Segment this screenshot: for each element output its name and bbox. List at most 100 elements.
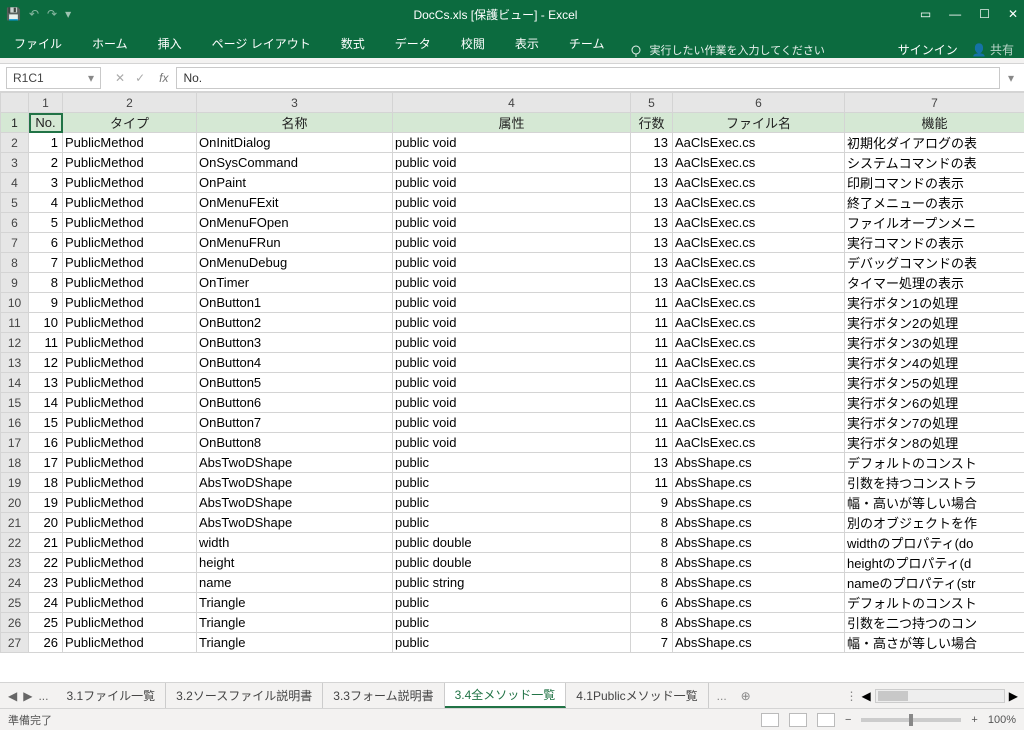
zoom-in-icon[interactable]: +: [971, 714, 977, 726]
formula-expand-icon[interactable]: ▾: [1008, 71, 1024, 85]
sheet-next-icon[interactable]: ▶: [23, 689, 32, 703]
table-header-cell[interactable]: 機能: [845, 113, 1024, 133]
cell[interactable]: 18: [29, 473, 63, 493]
cell[interactable]: PublicMethod: [63, 613, 197, 633]
cell[interactable]: public void: [393, 353, 631, 373]
cell[interactable]: PublicMethod: [63, 413, 197, 433]
view-pagelayout-icon[interactable]: [789, 713, 807, 727]
cell[interactable]: AbsShape.cs: [673, 453, 845, 473]
cell[interactable]: OnMenuFRun: [197, 233, 393, 253]
cell[interactable]: 初期化ダイアログの表: [845, 133, 1024, 153]
name-box[interactable]: R1C1 ▾: [6, 67, 101, 89]
cell[interactable]: height: [197, 553, 393, 573]
cell[interactable]: public void: [393, 333, 631, 353]
cell[interactable]: 12: [29, 353, 63, 373]
cell[interactable]: 11: [631, 473, 673, 493]
cell[interactable]: PublicMethod: [63, 353, 197, 373]
cell[interactable]: 4: [29, 193, 63, 213]
col-header-6[interactable]: 6: [673, 93, 845, 113]
cell[interactable]: OnMenuFExit: [197, 193, 393, 213]
cell[interactable]: OnSysCommand: [197, 153, 393, 173]
cell[interactable]: nameのプロパティ(str: [845, 573, 1024, 593]
row-header[interactable]: 24: [1, 573, 29, 593]
cell[interactable]: public void: [393, 173, 631, 193]
cell[interactable]: 8: [631, 573, 673, 593]
row-header[interactable]: 17: [1, 433, 29, 453]
cell[interactable]: 13: [29, 373, 63, 393]
cell[interactable]: 10: [29, 313, 63, 333]
table-header-cell[interactable]: タイプ: [63, 113, 197, 133]
cell[interactable]: 6: [631, 593, 673, 613]
cell[interactable]: OnButton7: [197, 413, 393, 433]
cell[interactable]: PublicMethod: [63, 393, 197, 413]
cell[interactable]: 8: [631, 553, 673, 573]
cell[interactable]: public: [393, 513, 631, 533]
cell[interactable]: public void: [393, 413, 631, 433]
tab-file[interactable]: ファイル: [10, 35, 66, 58]
cell[interactable]: 実行ボタン2の処理: [845, 313, 1024, 333]
cell[interactable]: PublicMethod: [63, 253, 197, 273]
cell[interactable]: 1: [29, 133, 63, 153]
cell[interactable]: public void: [393, 373, 631, 393]
cell[interactable]: 11: [631, 373, 673, 393]
cell[interactable]: 13: [631, 273, 673, 293]
cell[interactable]: PublicMethod: [63, 433, 197, 453]
cell[interactable]: PublicMethod: [63, 173, 197, 193]
cell[interactable]: AaClsExec.cs: [673, 153, 845, 173]
cell[interactable]: 3: [29, 173, 63, 193]
row-header[interactable]: 16: [1, 413, 29, 433]
col-header-3[interactable]: 3: [197, 93, 393, 113]
cell[interactable]: 実行ボタン3の処理: [845, 333, 1024, 353]
cell[interactable]: 16: [29, 433, 63, 453]
cell[interactable]: PublicMethod: [63, 333, 197, 353]
cell[interactable]: AaClsExec.cs: [673, 213, 845, 233]
row-header[interactable]: 14: [1, 373, 29, 393]
cell[interactable]: OnButton6: [197, 393, 393, 413]
cell[interactable]: 24: [29, 593, 63, 613]
row-header[interactable]: 26: [1, 613, 29, 633]
cell[interactable]: OnButton8: [197, 433, 393, 453]
cell[interactable]: 11: [631, 393, 673, 413]
cell[interactable]: heightのプロパティ(d: [845, 553, 1024, 573]
cell[interactable]: AaClsExec.cs: [673, 393, 845, 413]
row-header[interactable]: 3: [1, 153, 29, 173]
row-header[interactable]: 15: [1, 393, 29, 413]
cell[interactable]: 8: [631, 613, 673, 633]
row-header[interactable]: 5: [1, 193, 29, 213]
tab-view[interactable]: 表示: [511, 35, 543, 58]
cell[interactable]: public double: [393, 553, 631, 573]
sheet-tab[interactable]: 3.3フォーム説明書: [323, 683, 444, 708]
cell[interactable]: OnMenuFOpen: [197, 213, 393, 233]
zoom-out-icon[interactable]: −: [845, 714, 851, 726]
tab-home[interactable]: ホーム: [88, 35, 132, 58]
view-normal-icon[interactable]: [761, 713, 779, 727]
cell[interactable]: 実行ボタン1の処理: [845, 293, 1024, 313]
cell[interactable]: 11: [631, 353, 673, 373]
tab-review[interactable]: 校閲: [457, 35, 489, 58]
row-header[interactable]: 27: [1, 633, 29, 653]
row-header[interactable]: 10: [1, 293, 29, 313]
cell[interactable]: 幅・高いが等しい場合: [845, 493, 1024, 513]
tab-data[interactable]: データ: [391, 35, 435, 58]
cell[interactable]: 2: [29, 153, 63, 173]
cell[interactable]: 実行コマンドの表示: [845, 233, 1024, 253]
cell[interactable]: public: [393, 493, 631, 513]
cell[interactable]: AaClsExec.cs: [673, 273, 845, 293]
cell[interactable]: 22: [29, 553, 63, 573]
cell[interactable]: PublicMethod: [63, 273, 197, 293]
cell[interactable]: 実行ボタン6の処理: [845, 393, 1024, 413]
cell[interactable]: PublicMethod: [63, 573, 197, 593]
cell[interactable]: OnButton5: [197, 373, 393, 393]
table-header-cell[interactable]: 名称: [197, 113, 393, 133]
cell[interactable]: 実行ボタン4の処理: [845, 353, 1024, 373]
cell[interactable]: public void: [393, 213, 631, 233]
zoom-level[interactable]: 100%: [988, 714, 1016, 726]
cell[interactable]: AaClsExec.cs: [673, 133, 845, 153]
cell[interactable]: 9: [29, 293, 63, 313]
cell[interactable]: OnPaint: [197, 173, 393, 193]
cell[interactable]: AbsTwoDShape: [197, 493, 393, 513]
cell[interactable]: Triangle: [197, 633, 393, 653]
cell[interactable]: AaClsExec.cs: [673, 333, 845, 353]
cell[interactable]: 引数を持つコンストラ: [845, 473, 1024, 493]
cell[interactable]: PublicMethod: [63, 373, 197, 393]
